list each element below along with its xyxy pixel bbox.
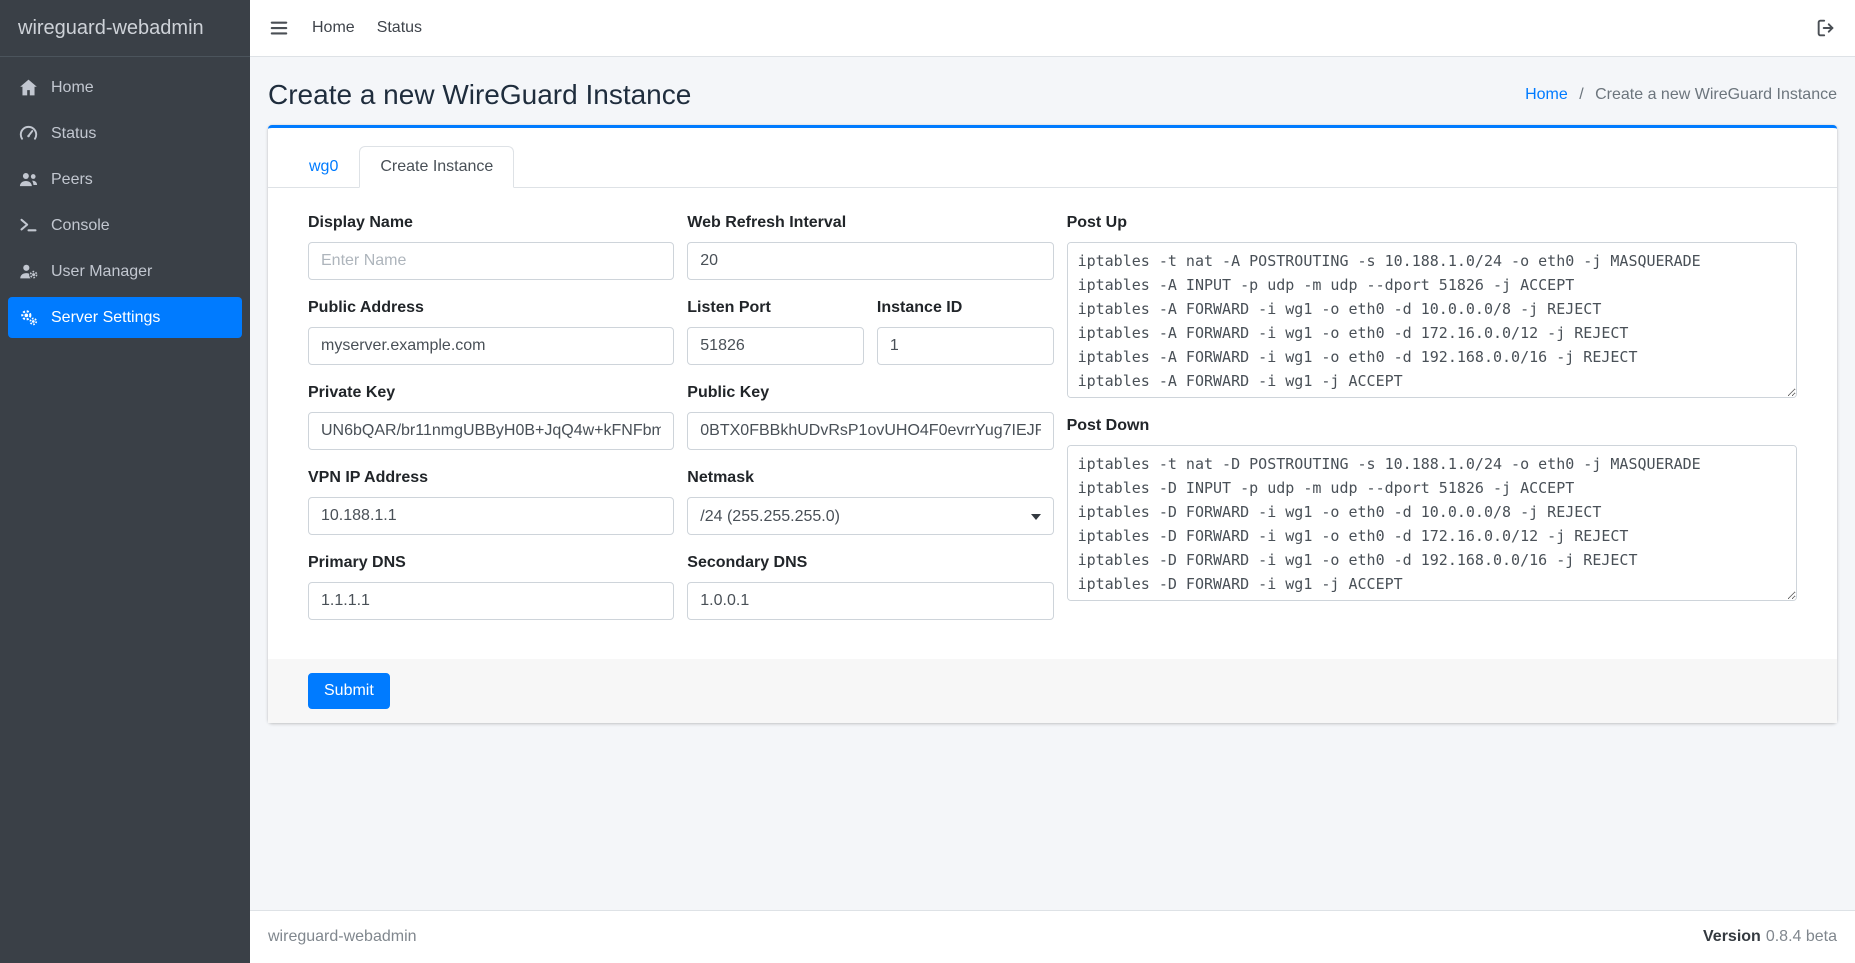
terminal-icon	[18, 215, 39, 236]
instance-form: Display Name Public Address Private Key	[268, 188, 1837, 659]
web-refresh-interval-field: Web Refresh Interval	[687, 214, 1053, 280]
web-refresh-interval-label: Web Refresh Interval	[687, 214, 1053, 232]
primary-dns-field: Primary DNS	[308, 554, 674, 620]
listen-port-input[interactable]	[687, 327, 864, 365]
main-column: Home Status Create a new WireGuard Insta…	[250, 0, 1855, 963]
listen-port-field: Listen Port	[687, 299, 864, 365]
public-address-label: Public Address	[308, 299, 674, 317]
content-header: Create a new WireGuard Instance Home / C…	[268, 71, 1837, 125]
netmask-select-wrap: /24 (255.255.255.0)	[687, 497, 1053, 535]
port-id-row: Listen Port Instance ID	[687, 299, 1053, 365]
menu-toggle-icon[interactable]	[268, 17, 290, 39]
form-column-right: Post Up iptables -t nat -A POSTROUTING -…	[1067, 214, 1797, 639]
display-name-field: Display Name	[308, 214, 674, 280]
secondary-dns-input[interactable]	[687, 582, 1053, 620]
sidebar-item-status[interactable]: Status	[8, 113, 242, 154]
users-icon	[18, 169, 39, 190]
post-down-field: Post Down iptables -t nat -D POSTROUTING…	[1067, 417, 1797, 601]
form-column-middle: Web Refresh Interval Listen Port Instanc…	[687, 214, 1053, 639]
secondary-dns-field: Secondary DNS	[687, 554, 1053, 620]
display-name-input[interactable]	[308, 242, 674, 280]
sidebar-item-label: User Manager	[51, 263, 152, 281]
create-instance-card: wg0 Create Instance Display Name Public …	[268, 125, 1837, 723]
public-address-input[interactable]	[308, 327, 674, 365]
post-down-textarea[interactable]: iptables -t nat -D POSTROUTING -s 10.188…	[1067, 445, 1797, 601]
netmask-select[interactable]: /24 (255.255.255.0)	[687, 497, 1053, 535]
submit-button[interactable]: Submit	[308, 673, 390, 709]
breadcrumb-home-link[interactable]: Home	[1525, 86, 1568, 103]
page-footer: wireguard-webadmin Version 0.8.4 beta	[250, 910, 1855, 963]
private-key-field: Private Key	[308, 384, 674, 450]
instance-id-field: Instance ID	[877, 299, 1054, 365]
public-address-field: Public Address	[308, 299, 674, 365]
brand-link[interactable]: wireguard-webadmin	[0, 0, 250, 57]
breadcrumb-separator: /	[1579, 86, 1583, 103]
topnav-link-home[interactable]: Home	[312, 19, 355, 37]
tab-create-instance[interactable]: Create Instance	[359, 146, 514, 188]
breadcrumb-current: Create a new WireGuard Instance	[1595, 86, 1837, 103]
post-down-label: Post Down	[1067, 417, 1797, 435]
gauge-icon	[18, 123, 39, 144]
sidebar: wireguard-webadmin Home Status Peers Con…	[0, 0, 250, 963]
sidebar-item-label: Console	[51, 217, 110, 235]
form-column-left: Display Name Public Address Private Key	[308, 214, 674, 639]
post-up-field: Post Up iptables -t nat -A POSTROUTING -…	[1067, 214, 1797, 398]
sidebar-item-label: Home	[51, 79, 94, 97]
sidebar-nav: Home Status Peers Console User Manager	[0, 57, 250, 353]
private-key-label: Private Key	[308, 384, 674, 402]
vpn-ip-field: VPN IP Address	[308, 469, 674, 535]
primary-dns-input[interactable]	[308, 582, 674, 620]
instance-id-label: Instance ID	[877, 299, 1054, 317]
sidebar-item-label: Peers	[51, 171, 93, 189]
sidebar-item-peers[interactable]: Peers	[8, 159, 242, 200]
secondary-dns-label: Secondary DNS	[687, 554, 1053, 572]
footer-version-value: 0.8.4 beta	[1766, 928, 1837, 945]
brand-text: wireguard-webadmin	[18, 17, 204, 40]
instance-id-input[interactable]	[877, 327, 1054, 365]
post-up-label: Post Up	[1067, 214, 1797, 232]
listen-port-label: Listen Port	[687, 299, 864, 317]
card-footer: Submit	[268, 659, 1837, 723]
sidebar-item-console[interactable]: Console	[8, 205, 242, 246]
sidebar-item-label: Status	[51, 125, 96, 143]
public-key-input[interactable]	[687, 412, 1053, 450]
public-key-label: Public Key	[687, 384, 1053, 402]
top-navbar: Home Status	[250, 0, 1855, 57]
web-refresh-interval-input[interactable]	[687, 242, 1053, 280]
vpn-ip-input[interactable]	[308, 497, 674, 535]
sidebar-item-label: Server Settings	[51, 309, 160, 327]
footer-version: Version 0.8.4 beta	[1703, 928, 1837, 946]
gears-icon	[18, 307, 39, 328]
home-icon	[18, 77, 39, 98]
users-gear-icon	[18, 261, 39, 282]
logout-icon[interactable]	[1815, 17, 1837, 39]
primary-dns-label: Primary DNS	[308, 554, 674, 572]
footer-version-label: Version	[1703, 928, 1761, 945]
post-up-textarea[interactable]: iptables -t nat -A POSTROUTING -s 10.188…	[1067, 242, 1797, 398]
display-name-label: Display Name	[308, 214, 674, 232]
sidebar-item-user-manager[interactable]: User Manager	[8, 251, 242, 292]
sidebar-item-server-settings[interactable]: Server Settings	[8, 297, 242, 338]
breadcrumb: Home / Create a new WireGuard Instance	[1525, 86, 1837, 104]
instance-tabs: wg0 Create Instance	[268, 128, 1837, 188]
footer-brand: wireguard-webadmin	[268, 928, 417, 946]
content-area: Create a new WireGuard Instance Home / C…	[250, 57, 1855, 910]
netmask-label: Netmask	[687, 469, 1053, 487]
public-key-field: Public Key	[687, 384, 1053, 450]
vpn-ip-label: VPN IP Address	[308, 469, 674, 487]
page-title: Create a new WireGuard Instance	[268, 79, 691, 111]
sidebar-item-home[interactable]: Home	[8, 67, 242, 108]
form-grid: Display Name Public Address Private Key	[308, 214, 1797, 639]
tab-wg0[interactable]: wg0	[288, 146, 359, 188]
private-key-input[interactable]	[308, 412, 674, 450]
netmask-field: Netmask /24 (255.255.255.0)	[687, 469, 1053, 535]
topnav-link-status[interactable]: Status	[377, 19, 422, 37]
